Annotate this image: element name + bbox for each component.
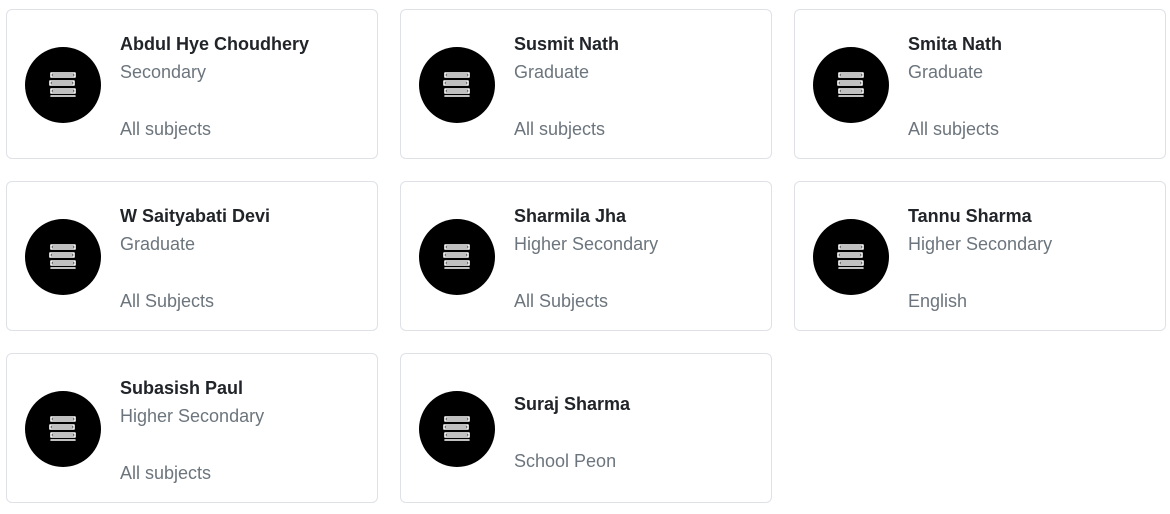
staff-info: W Saityabati Devi Graduate All Subjects xyxy=(120,182,367,332)
avatar xyxy=(419,47,495,123)
staff-qualification: Graduate xyxy=(514,62,590,82)
staff-card: W Saityabati Devi Graduate All Subjects xyxy=(6,181,378,331)
books-icon xyxy=(443,244,470,269)
avatar xyxy=(813,219,889,295)
staff-card: Suraj Sharma School Peon xyxy=(400,353,772,503)
books-icon xyxy=(443,416,470,441)
staff-name: Suraj Sharma xyxy=(514,394,631,414)
books-icon xyxy=(837,72,864,97)
staff-subjects: All Subjects xyxy=(120,291,215,311)
staff-qualification: Graduate xyxy=(908,62,984,82)
books-icon xyxy=(49,72,76,97)
avatar xyxy=(25,391,101,467)
staff-qualification: Higher Secondary xyxy=(120,406,265,426)
staff-name: Smita Nath xyxy=(908,34,1003,54)
staff-info: Abdul Hye Choudhery Secondary All subjec… xyxy=(120,10,367,160)
staff-info: Tannu Sharma Higher Secondary English xyxy=(908,182,1155,332)
staff-info: Suraj Sharma School Peon xyxy=(514,354,761,504)
avatar xyxy=(419,391,495,467)
staff-info: Susmit Nath Graduate All subjects xyxy=(514,10,761,160)
staff-name: Tannu Sharma xyxy=(908,206,1032,226)
avatar xyxy=(25,47,101,123)
staff-name: W Saityabati Devi xyxy=(120,206,271,226)
staff-qualification: Graduate xyxy=(120,234,196,254)
staff-subjects: All subjects xyxy=(120,463,212,483)
staff-name: Sharmila Jha xyxy=(514,206,627,226)
staff-qualification: Secondary xyxy=(120,62,207,82)
avatar xyxy=(25,219,101,295)
staff-info: Sharmila Jha Higher Secondary All Subjec… xyxy=(514,182,761,332)
avatar xyxy=(813,47,889,123)
staff-subjects: All subjects xyxy=(120,119,212,139)
staff-card: Tannu Sharma Higher Secondary English xyxy=(794,181,1166,331)
books-icon xyxy=(49,416,76,441)
staff-subjects: All subjects xyxy=(908,119,1000,139)
staff-qualification: Higher Secondary xyxy=(908,234,1053,254)
staff-name: Abdul Hye Choudhery xyxy=(120,34,310,54)
staff-grid: Abdul Hye Choudhery Secondary All subjec… xyxy=(0,0,1170,514)
staff-subjects: All Subjects xyxy=(514,291,609,311)
staff-name: Susmit Nath xyxy=(514,34,620,54)
avatar xyxy=(419,219,495,295)
staff-card: Abdul Hye Choudhery Secondary All subjec… xyxy=(6,9,378,159)
staff-card: Subasish Paul Higher Secondary All subje… xyxy=(6,353,378,503)
staff-qualification: Higher Secondary xyxy=(514,234,659,254)
books-icon xyxy=(443,72,470,97)
staff-subjects: All subjects xyxy=(514,119,606,139)
staff-role: School Peon xyxy=(514,451,617,471)
books-icon xyxy=(49,244,76,269)
staff-name: Subasish Paul xyxy=(120,378,244,398)
staff-subjects: English xyxy=(908,291,968,311)
staff-card: Smita Nath Graduate All subjects xyxy=(794,9,1166,159)
staff-card: Sharmila Jha Higher Secondary All Subjec… xyxy=(400,181,772,331)
staff-info: Subasish Paul Higher Secondary All subje… xyxy=(120,354,367,504)
staff-card: Susmit Nath Graduate All subjects xyxy=(400,9,772,159)
books-icon xyxy=(837,244,864,269)
staff-info: Smita Nath Graduate All subjects xyxy=(908,10,1155,160)
